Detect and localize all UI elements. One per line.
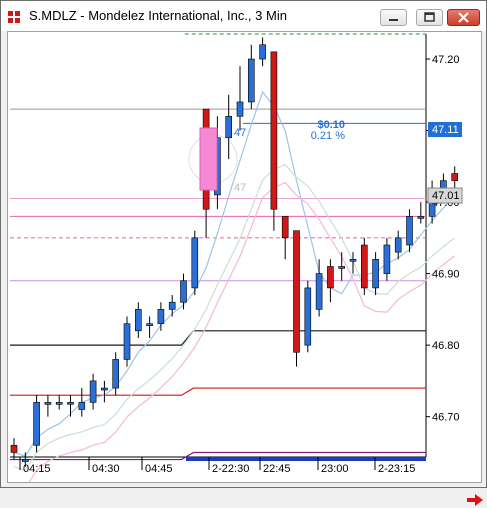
time-tick-label: 04:15 — [23, 463, 51, 475]
minimize-button[interactable] — [380, 9, 407, 26]
candle[interactable] — [168, 301, 176, 310]
maximize-icon — [424, 12, 435, 22]
candle[interactable] — [236, 101, 244, 117]
candle[interactable] — [315, 273, 323, 310]
candle[interactable] — [281, 216, 289, 239]
close-icon — [458, 12, 469, 23]
time-tick-label: 04:30 — [92, 463, 120, 475]
candle[interactable] — [248, 58, 255, 103]
candle[interactable] — [372, 259, 379, 289]
time-tick-label: 04:45 — [145, 463, 173, 475]
candle[interactable] — [349, 259, 357, 262]
candle[interactable] — [191, 237, 199, 289]
measure-box[interactable] — [199, 127, 218, 191]
maximize-button[interactable] — [416, 9, 443, 26]
candle[interactable] — [360, 244, 368, 289]
last-price-label: 47.01 — [432, 190, 460, 202]
time-tick-label: 22:45 — [263, 463, 291, 475]
candle[interactable] — [338, 266, 346, 269]
candle[interactable] — [67, 402, 74, 405]
scroll-right-arrow-icon[interactable] — [466, 492, 484, 508]
candle[interactable] — [22, 459, 29, 462]
candle[interactable] — [33, 402, 40, 446]
price-chart[interactable]: 47 47 $0.10 0.21 % 47.2047.1047.0046.904… — [8, 32, 481, 489]
price-tick-label: 46.90 — [432, 269, 460, 281]
time-tick-label: 2-23:15 — [378, 463, 415, 475]
chart-area[interactable]: 47 47 $0.10 0.21 % 47.2047.1047.0046.904… — [7, 31, 483, 506]
minimize-icon — [389, 19, 398, 21]
candle[interactable] — [112, 359, 119, 389]
price-axis[interactable]: 47.2047.1047.0046.9046.8046.70 — [426, 54, 460, 424]
candle[interactable] — [406, 216, 413, 246]
time-tick-label: 2-22:30 — [212, 463, 249, 475]
chart-window: S.MDLZ - Mondelez International, Inc., 3… — [0, 0, 487, 506]
candle[interactable] — [304, 287, 312, 346]
candle[interactable] — [44, 402, 52, 405]
app-icon — [8, 11, 20, 23]
candle[interactable] — [440, 180, 447, 189]
current-price-label: 47.11 — [432, 124, 459, 136]
candle[interactable] — [123, 323, 131, 360]
price-tick-label: 46.70 — [432, 412, 460, 424]
candle[interactable] — [55, 402, 63, 405]
candle[interactable] — [225, 115, 232, 139]
candle[interactable] — [327, 266, 334, 289]
measure-percent: 0.21 % — [311, 130, 345, 142]
candle[interactable] — [78, 402, 86, 410]
candle[interactable] — [394, 237, 402, 253]
candle[interactable] — [101, 387, 108, 391]
candle[interactable] — [293, 230, 300, 353]
candle[interactable] — [259, 44, 266, 60]
candle[interactable] — [10, 444, 18, 453]
measure-start-label: 47 — [234, 127, 246, 139]
candle[interactable] — [417, 216, 425, 219]
close-button[interactable] — [447, 9, 480, 26]
time-tick-label: 23:00 — [321, 463, 349, 475]
measure-end-label: 47 — [234, 182, 246, 194]
window-title: S.MDLZ - Mondelez International, Inc., 3… — [29, 8, 287, 23]
title-bar[interactable]: S.MDLZ - Mondelez International, Inc., 3… — [1, 1, 486, 31]
candle[interactable] — [383, 244, 391, 274]
candle[interactable] — [451, 173, 459, 181]
price-tick-label: 46.80 — [432, 340, 460, 352]
candle[interactable] — [157, 309, 165, 324]
candle[interactable] — [135, 309, 142, 332]
price-tick-label: 47.20 — [432, 54, 460, 66]
candle[interactable] — [270, 51, 278, 210]
session-bar — [186, 457, 426, 461]
candle[interactable] — [89, 380, 97, 403]
candle[interactable] — [180, 280, 187, 303]
candle[interactable] — [146, 323, 153, 326]
